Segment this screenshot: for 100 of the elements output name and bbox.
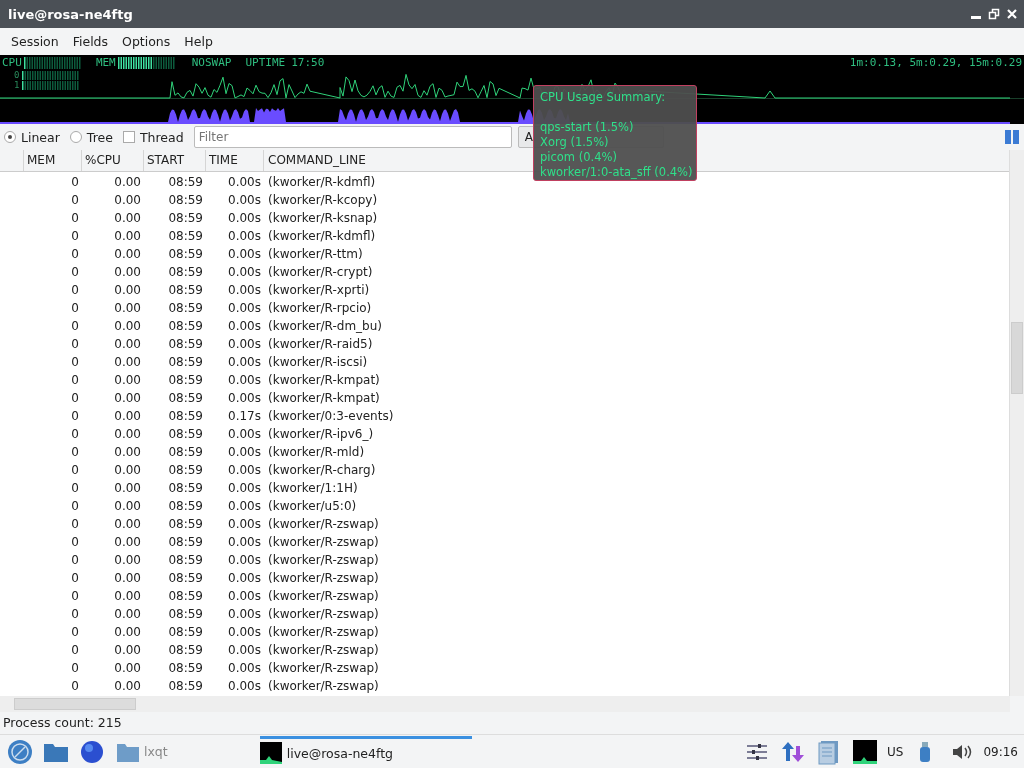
table-cell-text: 0.00 xyxy=(113,427,142,441)
table-cell-text: 0 xyxy=(70,589,80,603)
table-cell-text: 0.00s xyxy=(227,247,262,261)
scrollbar-thumb[interactable] xyxy=(1011,322,1023,394)
view-mode-radio[interactable]: Linear xyxy=(4,129,60,145)
table-cell-text: (kworker/R-zswap) xyxy=(267,679,380,693)
view-mode-radio[interactable]: Tree xyxy=(69,129,113,145)
table-cell-text: 0.00s xyxy=(227,211,262,225)
table-cell-text: 0.00s xyxy=(227,463,262,477)
tooltip-line: picom (0.4%) xyxy=(540,150,618,165)
table-cell-text: 08:59 xyxy=(167,463,204,477)
table-cell-text: 0.00s xyxy=(227,391,262,405)
table-cell-text: 0.00s xyxy=(227,319,262,333)
table-cell-text: 0.00s xyxy=(227,373,262,387)
table-cell-text: 08:59 xyxy=(167,661,204,675)
table-cell-text: 0.00s xyxy=(227,229,262,243)
restore-icon[interactable] xyxy=(988,8,1000,20)
table-cell-text: 0 xyxy=(70,625,80,639)
table-cell-text: 0 xyxy=(70,301,80,315)
table-cell-text: 0.00 xyxy=(113,625,142,639)
table-cell-text: 0.00 xyxy=(113,481,142,495)
table-cell-text: (kworker/R-zswap) xyxy=(267,517,380,531)
table-cell-text: 0 xyxy=(70,427,80,441)
monitor-thumbnail-icon xyxy=(259,742,282,764)
horizontal-scrollbar[interactable] xyxy=(0,696,1010,712)
table-cell-text: (kworker/R-iscsi) xyxy=(267,355,369,369)
table-cell-text: 0 xyxy=(70,535,80,549)
meter-label: MEM xyxy=(95,56,116,69)
vertical-scrollbar[interactable] xyxy=(1009,150,1024,696)
cpu-core-bar xyxy=(22,70,81,80)
table-cell-text: (kworker/R-kcopy) xyxy=(267,193,379,207)
clock[interactable]: 09:16 xyxy=(983,744,1018,759)
table-cell-text: 0.00s xyxy=(227,283,262,297)
column-header[interactable]: TIME xyxy=(206,150,264,171)
tooltip-line: Xorg (1.5%) xyxy=(540,135,610,150)
table-cell-text: 0 xyxy=(70,283,80,297)
table-cell-text: (kworker/R-zswap) xyxy=(267,589,380,603)
table-cell-text: (kworker/R-zswap) xyxy=(267,607,380,621)
thread-checkbox[interactable]: Thread xyxy=(122,129,184,145)
table-cell-text: 0.00s xyxy=(227,517,262,531)
window-title: live@rosa-ne4ftg xyxy=(8,6,133,22)
table-cell-text: 0 xyxy=(70,193,80,207)
menu-item[interactable]: Fields xyxy=(65,34,116,49)
table-cell-text: (kworker/R-zswap) xyxy=(267,535,380,549)
menu-item[interactable]: Options xyxy=(115,34,178,49)
table-cell-text: 08:59 xyxy=(167,445,204,459)
column-header[interactable]: MEM xyxy=(24,150,82,171)
keyboard-layout[interactable]: US xyxy=(887,744,904,759)
table-cell-text: 0.00s xyxy=(227,535,262,549)
table-cell-text: 0.00s xyxy=(227,607,262,621)
table-cell-text: (kworker/R-dm_bu) xyxy=(267,319,383,333)
table-cell-text: 0.00 xyxy=(113,193,142,207)
table-cell-text: (kworker/R-kdmfl) xyxy=(267,229,377,243)
table-cell-text: 08:59 xyxy=(167,337,204,351)
meter-label: CPU xyxy=(2,56,22,69)
table-cell-text: 0.00 xyxy=(113,229,142,243)
table-cell-text: 0 xyxy=(70,409,80,423)
table-cell-text: 0.00 xyxy=(113,283,142,297)
taskbar-window-button[interactable]: live@rosa-ne4ftg xyxy=(259,736,472,767)
cpu-core-label: 1 xyxy=(14,80,20,90)
table-cell-text: 0.00 xyxy=(113,319,142,333)
table-cell-text: 08:59 xyxy=(167,229,204,243)
table-cell-text: (kworker/R-raid5) xyxy=(267,337,374,351)
uptime-value: 17:50 xyxy=(291,56,325,69)
table-cell-text: 08:59 xyxy=(167,283,204,297)
close-icon[interactable] xyxy=(1006,8,1018,20)
table-cell-text: 0.00s xyxy=(227,337,262,351)
column-header[interactable]: START xyxy=(144,150,206,171)
table-cell-text: (kworker/R-zswap) xyxy=(267,571,380,585)
filter-field[interactable]: Filter xyxy=(193,126,512,148)
table-cell-text: (kworker/R-zswap) xyxy=(267,625,380,639)
table-cell-text: 0.00 xyxy=(113,463,142,477)
menu-item[interactable]: Help xyxy=(177,34,220,49)
table-cell-text: 08:59 xyxy=(167,211,204,225)
column-header[interactable]: %CPU xyxy=(82,150,144,171)
monitor-thumbnail-icon[interactable] xyxy=(851,737,879,766)
table-cell-text: 0.00s xyxy=(227,643,262,657)
table-cell-text: 0.00s xyxy=(227,193,262,207)
table-cell-text: (kworker/R-rpcio) xyxy=(267,301,373,315)
column-header[interactable]: COMMAND_LINE xyxy=(264,150,372,171)
table-cell-text: 0 xyxy=(70,661,80,675)
table-cell-text: 08:59 xyxy=(167,427,204,441)
table-cell-text: 0.00s xyxy=(227,499,262,513)
table-cell-text: 0.00 xyxy=(113,679,142,693)
menu-item[interactable]: Session xyxy=(4,34,66,49)
scrollbar-thumb[interactable] xyxy=(14,698,136,710)
table-cell-text: 0 xyxy=(70,211,80,225)
table-cell-text: 08:59 xyxy=(167,607,204,621)
table-cell-text: 0 xyxy=(70,517,80,531)
load-average: 1m:0.13, 5m:0.29, 15m:0.29 xyxy=(849,56,1022,69)
table-cell-text: (kworker/0:3-events) xyxy=(267,409,395,423)
table-cell-text: 08:59 xyxy=(167,409,204,423)
table-cell-text: 0.00 xyxy=(113,247,142,261)
table-cell-text: 0.00s xyxy=(227,589,262,603)
meter-label: UPTIME xyxy=(245,56,286,69)
table-cell-text: 0 xyxy=(70,247,80,261)
table-cell-text: 08:59 xyxy=(167,571,204,585)
pause-icon xyxy=(1004,129,1020,145)
table-cell-text: 08:59 xyxy=(167,481,204,495)
table-cell-text: 0.00 xyxy=(113,355,142,369)
